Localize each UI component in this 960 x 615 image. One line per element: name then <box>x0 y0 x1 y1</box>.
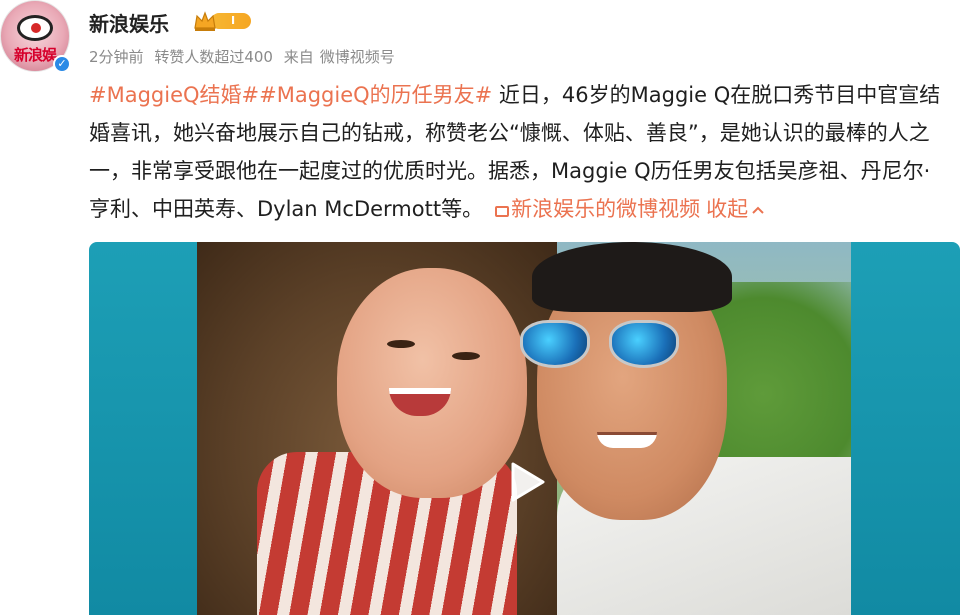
video-link-label: 新浪娱乐的微博视频 <box>511 197 701 221</box>
thumbnail-sunglasses-left <box>520 320 590 368</box>
thumbnail-man-hair <box>532 242 732 312</box>
chevron-up-icon <box>752 206 764 214</box>
avatar-eye-logo <box>17 15 53 41</box>
verified-icon: ✓ <box>53 55 71 73</box>
hashtag-maggieq-exes[interactable]: #MaggieQ的历任男友# <box>259 83 492 107</box>
collapse-label: 收起 <box>706 197 749 221</box>
repost-count: 转赞人数超过400 <box>154 48 273 66</box>
source-prefix: 来自 <box>283 48 314 66</box>
post-meta: 2分钟前 转赞人数超过400 来自 微博视频号 <box>89 46 401 67</box>
video-thumbnail <box>197 242 851 615</box>
video-camera-icon <box>495 206 510 217</box>
video-link[interactable]: 新浪娱乐的微博视频 <box>495 197 700 221</box>
thumbnail-woman-eye-right <box>452 352 480 360</box>
post-time[interactable]: 2分钟前 <box>89 48 144 66</box>
post-content: #MaggieQ结婚##MaggieQ的历任男友# 近日，46岁的Maggie … <box>89 76 951 228</box>
crown-icon <box>194 11 216 31</box>
hashtag-maggieq-marriage[interactable]: #MaggieQ结婚# <box>89 83 259 107</box>
source-link[interactable]: 微博视频号 <box>320 48 395 66</box>
vip-level-badge[interactable]: I <box>193 10 253 32</box>
thumbnail-sunglasses-right <box>609 320 679 368</box>
play-icon[interactable] <box>499 456 551 508</box>
account-name[interactable]: 新浪娱乐 <box>89 8 169 37</box>
level-label: I <box>211 13 251 29</box>
video-player[interactable] <box>89 242 960 615</box>
thumbnail-man-smile <box>597 432 657 448</box>
thumbnail-woman-eye-left <box>387 340 415 348</box>
collapse-button[interactable]: 收起 <box>706 197 765 221</box>
